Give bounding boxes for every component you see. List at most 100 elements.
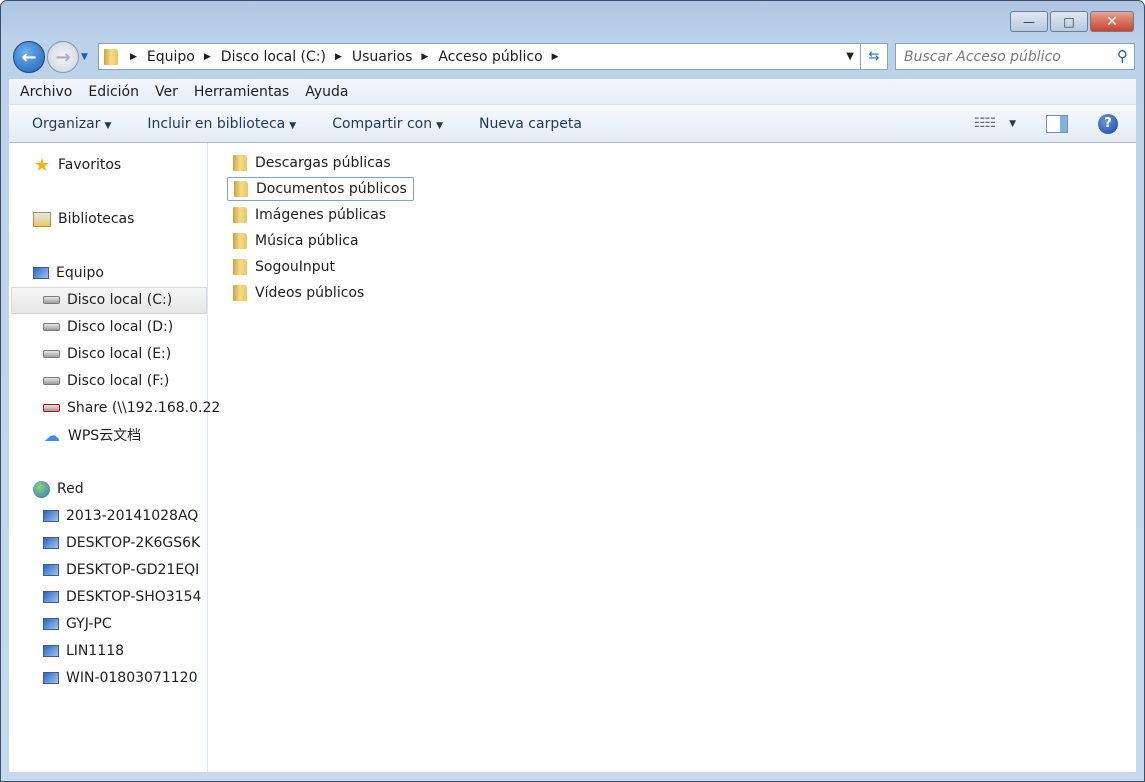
address-bar[interactable]: ▶ Equipo ▶ Disco local (C:) ▶ Usuarios ▶ Acces… xyxy=(98,43,861,70)
folder-name: Imágenes públicas xyxy=(255,207,387,223)
organize-label: Organizar xyxy=(32,115,101,132)
address-history-dropdown[interactable]: ▼ xyxy=(846,51,854,62)
menu-item-ver[interactable]: Ver xyxy=(155,84,178,100)
folder-icon xyxy=(233,207,247,223)
sidebar-item-network-computer[interactable]: WIN-01803071120 xyxy=(43,665,197,691)
sidebar-item-network-computer[interactable]: DESKTOP-2K6GS6K xyxy=(43,530,200,556)
new-folder-button[interactable]: Nueva carpeta xyxy=(479,116,582,132)
sidebar-item-label: WPS云文档 xyxy=(68,428,142,444)
sidebar-item-drive[interactable]: Disco local (F:) xyxy=(43,368,169,394)
search-input[interactable]: Buscar Acceso público ⚲ xyxy=(895,43,1135,70)
explorer-content: ★ Favoritos Bibliotecas Equipo Red Disco … xyxy=(9,143,1136,772)
computer-icon xyxy=(43,591,59,603)
menu-item-archivo[interactable]: Archivo xyxy=(20,84,72,100)
sidebar-item-network-computer[interactable]: DESKTOP-GD21EQI xyxy=(43,557,199,583)
menu-item-edición[interactable]: Edición xyxy=(88,84,139,100)
menu-item-ayuda[interactable]: Ayuda xyxy=(305,84,348,100)
sidebar-item-computer[interactable]: Equipo xyxy=(33,260,104,286)
computer-icon xyxy=(43,645,59,657)
folder-item[interactable]: Descargas públicas xyxy=(227,151,397,175)
folder-item[interactable]: Vídeos públicos xyxy=(227,281,370,305)
chevron-right-icon[interactable]: ▶ xyxy=(552,52,559,62)
sidebar-item-network[interactable]: Red xyxy=(33,476,84,502)
include-in-library-button[interactable]: Incluir en biblioteca ▼ xyxy=(147,116,296,132)
folder-item[interactable]: SogouInput xyxy=(227,255,341,279)
include-label: Incluir en biblioteca xyxy=(147,115,286,132)
window-frame: — □ ✕ ← → ▼ ▶ Equipo ▶ Disco local (C:) ▶ Us… xyxy=(0,0,1145,782)
breadcrumb-2[interactable]: Usuarios xyxy=(352,49,413,65)
maximize-button[interactable]: □ xyxy=(1050,11,1088,32)
folder-name: Música pública xyxy=(255,233,359,249)
share-label: Compartir con xyxy=(332,115,433,132)
sidebar-item-libraries[interactable]: Bibliotecas xyxy=(33,206,134,232)
sidebar-item-drive[interactable]: Disco local (D:) xyxy=(43,314,173,340)
folder-name: Vídeos públicos xyxy=(255,285,365,301)
computer-icon xyxy=(43,618,59,630)
help-button[interactable]: ? xyxy=(1098,113,1118,134)
breadcrumb-1[interactable]: Disco local (C:) xyxy=(221,49,326,65)
computer-icon xyxy=(43,510,59,522)
window-controls: — □ ✕ xyxy=(1010,11,1134,32)
sidebar-item-label: Disco local (E:) xyxy=(67,346,172,362)
recent-pages-dropdown[interactable]: ▼ xyxy=(81,52,88,62)
sidebar-item-label: 2013-20141028AQ xyxy=(66,508,199,524)
sidebar-item-drive[interactable]: Share (\\192.168.0.22 xyxy=(43,395,220,421)
forward-button[interactable]: → xyxy=(47,41,79,73)
caret-down-icon: ▼ xyxy=(104,120,112,131)
folder-item[interactable]: Música pública xyxy=(227,229,365,253)
computer-icon xyxy=(43,537,59,549)
sidebar-item-label: Red xyxy=(57,481,84,497)
chevron-right-icon[interactable]: ▶ xyxy=(421,52,428,62)
computer-icon xyxy=(33,267,49,279)
refresh-button[interactable]: ⇆ xyxy=(860,43,888,70)
breadcrumb-0[interactable]: Equipo xyxy=(147,49,195,65)
network-icon xyxy=(33,480,50,498)
sidebar-item-network-computer[interactable]: DESKTOP-SHO3154 xyxy=(43,584,201,610)
refresh-icon: ⇆ xyxy=(868,49,880,64)
chevron-right-icon[interactable]: ▶ xyxy=(130,52,137,62)
sidebar-item-label: LIN1118 xyxy=(66,643,125,659)
view-options-icon[interactable]: ☷☷ xyxy=(974,116,996,131)
sidebar-item-label: Disco local (F:) xyxy=(67,373,170,389)
libraries-icon xyxy=(33,211,51,227)
sidebar-item-label: Disco local (D:) xyxy=(67,319,174,335)
sidebar-item-network-computer[interactable]: 2013-20141028AQ xyxy=(43,503,198,529)
sidebar-item-label: DESKTOP-SHO3154 xyxy=(66,589,202,605)
folder-item[interactable]: Documentos públicos xyxy=(227,177,414,201)
sidebar-item-label: GYJ-PC xyxy=(66,616,112,632)
computer-icon xyxy=(43,564,59,576)
command-bar: Organizar ▼ Incluir en biblioteca ▼ Compar… xyxy=(9,104,1136,143)
share-with-button[interactable]: Compartir con ▼ xyxy=(332,116,443,132)
sidebar-item-label: Disco local (C:) xyxy=(67,292,173,308)
folder-name: Descargas públicas xyxy=(255,155,391,171)
sidebar-item-drive[interactable]: Disco local (E:) xyxy=(43,341,171,367)
navigation-buttons: ← → ▼ xyxy=(13,41,88,73)
sidebar-item-drive[interactable]: Disco local (C:) xyxy=(43,287,172,313)
caret-down-icon: ▼ xyxy=(436,120,444,131)
close-button[interactable]: ✕ xyxy=(1090,11,1134,32)
organize-button[interactable]: Organizar ▼ xyxy=(32,116,111,132)
sidebar-item-label: WIN-01803071120 xyxy=(66,670,198,686)
sidebar-item-network-computer[interactable]: GYJ-PC xyxy=(43,611,112,637)
folder-icon xyxy=(233,259,247,275)
folder-icon xyxy=(233,285,247,301)
drive-icon xyxy=(43,377,60,385)
back-button[interactable]: ← xyxy=(13,41,45,73)
sidebar-item-label: DESKTOP-2K6GS6K xyxy=(66,535,201,551)
folder-icon xyxy=(234,181,248,197)
minimize-button[interactable]: — xyxy=(1010,11,1048,32)
preview-pane-button[interactable] xyxy=(1046,114,1068,133)
sidebar-item-label: DESKTOP-GD21EQI xyxy=(66,562,200,578)
chevron-right-icon[interactable]: ▶ xyxy=(204,52,211,62)
chevron-right-icon[interactable]: ▶ xyxy=(335,52,342,62)
sidebar-item-label: Bibliotecas xyxy=(58,211,135,227)
sidebar-item-drive[interactable]: ☁ WPS云文档 xyxy=(43,422,141,448)
menu-item-herramientas[interactable]: Herramientas xyxy=(194,84,289,100)
search-icon[interactable]: ⚲ xyxy=(1117,47,1128,65)
sidebar-item-network-computer[interactable]: LIN1118 xyxy=(43,638,124,664)
view-dropdown[interactable]: ▼ xyxy=(1009,119,1016,129)
breadcrumb-3[interactable]: Acceso público xyxy=(438,49,542,65)
folder-item[interactable]: Imágenes públicas xyxy=(227,203,392,227)
sidebar-item-favorites[interactable]: ★ Favoritos xyxy=(33,152,121,178)
navigation-pane: ★ Favoritos Bibliotecas Equipo Red Disco … xyxy=(9,143,220,772)
